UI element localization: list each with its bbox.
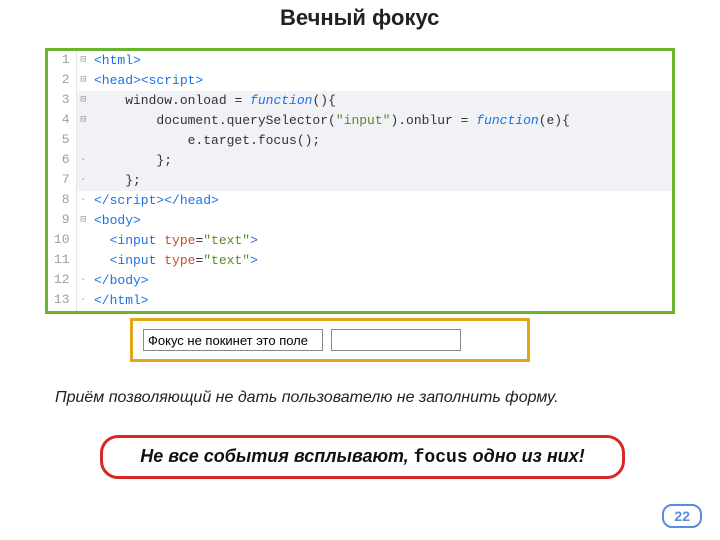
fold-gutter-icon: · — [76, 291, 90, 311]
line-number: 3 — [48, 91, 76, 111]
code-content: </html> — [90, 291, 672, 311]
code-line: 10 <input type="text"> — [48, 231, 672, 251]
code-line: 13·</html> — [48, 291, 672, 311]
fold-gutter-icon: ⊟ — [76, 111, 90, 131]
code-content: <input type="text"> — [90, 231, 672, 251]
code-content: document.querySelector("input").onblur =… — [90, 111, 672, 131]
callout-post: одно из них! — [468, 446, 585, 466]
code-line: 3⊟ window.onload = function(){ — [48, 91, 672, 111]
code-content: <html> — [90, 51, 672, 71]
callout-pre: Не все события всплывают, — [140, 446, 413, 466]
code-content: <body> — [90, 211, 672, 231]
line-number: 13 — [48, 291, 76, 311]
code-content: </body> — [90, 271, 672, 291]
fold-gutter-icon: ⊟ — [76, 71, 90, 91]
line-number: 10 — [48, 231, 76, 251]
focus-input-1[interactable] — [143, 329, 323, 351]
code-table: 1⊟<html>2⊟<head><script>3⊟ window.onload… — [48, 51, 672, 311]
code-content: e.target.focus(); — [90, 131, 672, 151]
fold-gutter-icon: ⊟ — [76, 211, 90, 231]
fold-gutter-icon: · — [76, 191, 90, 211]
code-line: 11 <input type="text"> — [48, 251, 672, 271]
line-number: 1 — [48, 51, 76, 71]
line-number: 4 — [48, 111, 76, 131]
line-number: 6 — [48, 151, 76, 171]
line-number: 11 — [48, 251, 76, 271]
callout-mono: focus — [414, 448, 468, 468]
fold-gutter-icon: ⊟ — [76, 51, 90, 71]
line-number: 12 — [48, 271, 76, 291]
line-number: 2 — [48, 71, 76, 91]
fold-gutter-icon: · — [76, 151, 90, 171]
line-number: 8 — [48, 191, 76, 211]
line-number: 5 — [48, 131, 76, 151]
code-editor: 1⊟<html>2⊟<head><script>3⊟ window.onload… — [45, 48, 675, 314]
code-line: 12·</body> — [48, 271, 672, 291]
fold-gutter-icon: · — [76, 171, 90, 191]
line-number: 9 — [48, 211, 76, 231]
code-line: 8·</script></head> — [48, 191, 672, 211]
code-line: 9⊟<body> — [48, 211, 672, 231]
fold-gutter-icon: ⊟ — [76, 91, 90, 111]
callout-box: Не все события всплывают, focus одно из … — [100, 435, 625, 479]
line-number: 7 — [48, 171, 76, 191]
code-line: 5 e.target.focus(); — [48, 131, 672, 151]
slide-title: Вечный фокус — [280, 6, 480, 30]
fold-gutter-icon: · — [76, 271, 90, 291]
code-content: <input type="text"> — [90, 251, 672, 271]
page-number-badge: 22 — [662, 504, 702, 528]
fold-gutter-icon — [76, 131, 90, 151]
code-content: }; — [90, 171, 672, 191]
code-content: window.onload = function(){ — [90, 91, 672, 111]
fold-gutter-icon — [76, 231, 90, 251]
code-line: 1⊟<html> — [48, 51, 672, 71]
focus-input-2[interactable] — [331, 329, 461, 351]
code-line: 7· }; — [48, 171, 672, 191]
focus-demo-box — [130, 318, 530, 362]
code-line: 4⊟ document.querySelector("input").onblu… — [48, 111, 672, 131]
code-line: 2⊟<head><script> — [48, 71, 672, 91]
code-content: }; — [90, 151, 672, 171]
code-content: </script></head> — [90, 191, 672, 211]
description-text: Приём позволяющий не дать пользователю н… — [55, 388, 625, 408]
code-content: <head><script> — [90, 71, 672, 91]
code-line: 6· }; — [48, 151, 672, 171]
fold-gutter-icon — [76, 251, 90, 271]
